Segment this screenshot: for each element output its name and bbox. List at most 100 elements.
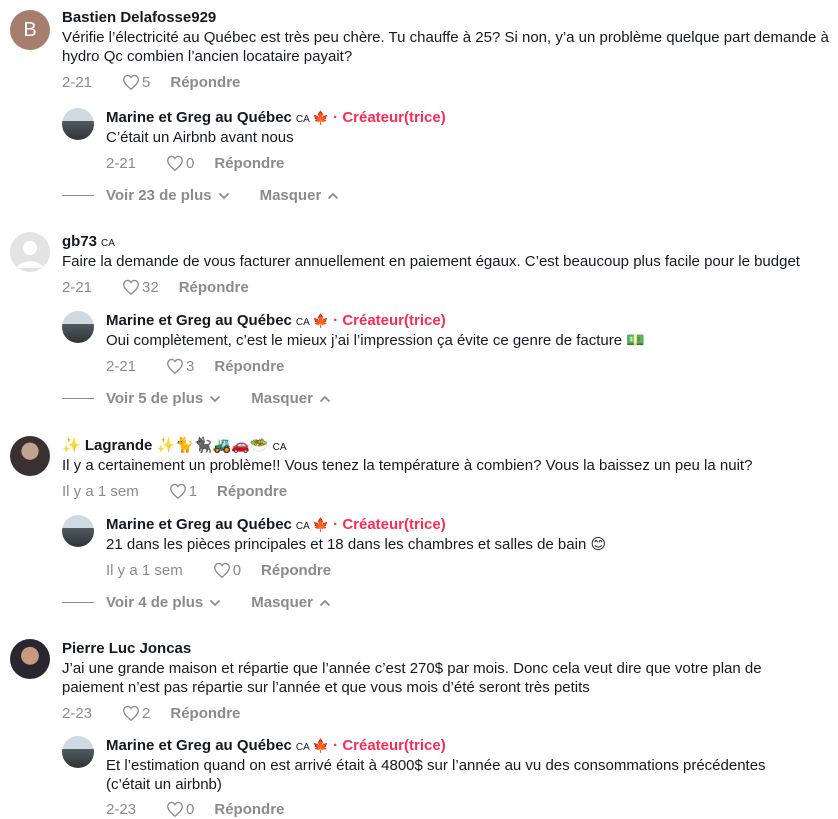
avatar-letter: B <box>23 18 37 41</box>
like-count: 1 <box>188 482 198 500</box>
reply-date: 2-21 <box>106 154 137 172</box>
replies-toggle-row: Voir 5 de plus Masquer <box>62 390 361 407</box>
comment-date: 2-23 <box>62 704 93 722</box>
comment-date: 2-21 <box>62 278 93 296</box>
reply-button[interactable]: Répondre <box>217 483 287 500</box>
comment-text: Vérifie l’électricité au Québec est très… <box>62 29 829 65</box>
comment-date: 2-21 <box>62 73 93 91</box>
chevron-down-icon <box>218 192 229 199</box>
heart-icon <box>167 801 183 817</box>
reply-button[interactable]: Répondre <box>170 74 240 91</box>
avatar[interactable] <box>62 108 94 140</box>
reply-button[interactable]: Répondre <box>179 279 249 296</box>
divider <box>62 195 94 196</box>
chevron-up-icon <box>328 192 339 199</box>
avatar[interactable] <box>10 639 50 679</box>
view-more-replies-button[interactable]: Voir 5 de plus <box>106 390 221 407</box>
like-button[interactable]: 1 <box>169 483 197 500</box>
view-more-replies-button[interactable]: Voir 23 de plus <box>106 187 230 204</box>
avatar[interactable] <box>10 232 50 272</box>
avatar[interactable] <box>62 311 94 343</box>
maple-leaf-icon: 🍁 <box>312 517 329 532</box>
heart-icon <box>123 705 139 721</box>
comment-text: J’ai une grande maison et répartie que l… <box>62 660 762 696</box>
hide-label: Masquer <box>251 390 313 407</box>
view-more-label: Voir 23 de plus <box>106 187 212 204</box>
divider <box>62 398 94 399</box>
hide-replies-button[interactable]: Masquer <box>251 594 331 611</box>
reply-author[interactable]: Marine et Greg au Québec <box>106 737 292 754</box>
creator-badge: · Créateur(trice) <box>333 109 446 126</box>
reply-button[interactable]: Répondre <box>214 358 284 375</box>
hide-label: Masquer <box>251 594 313 611</box>
like-button[interactable]: 2 <box>122 705 150 722</box>
maple-leaf-icon: 🍁 <box>312 110 329 125</box>
like-count: 0 <box>186 154 195 172</box>
like-button[interactable]: 3 <box>166 358 194 375</box>
country-code: CA <box>295 317 310 328</box>
chevron-down-icon <box>210 599 221 606</box>
country-code: CA <box>295 742 310 753</box>
like-button[interactable]: 32 <box>122 279 159 296</box>
avatar[interactable] <box>10 436 50 476</box>
like-count: 0 <box>186 800 195 818</box>
country-code: CA <box>295 521 310 532</box>
view-more-label: Voir 5 de plus <box>106 390 204 407</box>
avatar[interactable] <box>62 736 94 768</box>
hide-replies-button[interactable]: Masquer <box>260 187 340 204</box>
comment-author[interactable]: Bastien Delafosse929 <box>62 9 216 26</box>
view-more-replies-button[interactable]: Voir 4 de plus <box>106 594 221 611</box>
hide-label: Masquer <box>259 187 322 204</box>
reply-date: Il y a 1 sem <box>106 561 183 579</box>
chevron-up-icon <box>319 599 331 606</box>
reply-text: Et l’estimation quand on est arrivé étai… <box>106 757 766 793</box>
reply-text: Oui complètement, c’est le mieux j’ai l’… <box>106 332 645 349</box>
replies-toggle-row: Voir 4 de plus Masquer <box>62 594 361 611</box>
creator-badge: · Créateur(trice) <box>333 737 446 754</box>
comment-text: Il y a certainement un problème!! Vous t… <box>62 457 753 474</box>
like-count: 5 <box>142 73 151 91</box>
country-code: CA <box>101 238 115 249</box>
reply-button[interactable]: Répondre <box>170 705 240 722</box>
reply-author[interactable]: Marine et Greg au Québec <box>106 109 292 126</box>
like-count: 2 <box>142 704 151 722</box>
maple-leaf-icon: 🍁 <box>312 313 329 328</box>
country-code: CA <box>272 442 287 453</box>
heart-icon <box>167 358 183 374</box>
comment-text: Faire la demande de vous facturer annuel… <box>62 253 800 270</box>
reply-author[interactable]: Marine et Greg au Québec <box>106 312 292 329</box>
divider <box>62 602 94 603</box>
hide-replies-button[interactable]: Masquer <box>251 390 331 407</box>
heart-icon <box>167 155 183 171</box>
reply-button[interactable]: Répondre <box>261 562 331 579</box>
creator-badge: · Créateur(trice) <box>333 312 446 329</box>
heart-icon <box>123 74 139 90</box>
chevron-up-icon <box>319 395 331 402</box>
comment-author[interactable]: ✨ Lagrande ✨🐈🐈‍⬛🚜🚗🥗 <box>62 437 269 454</box>
view-more-label: Voir 4 de plus <box>106 594 204 611</box>
reply-text: 21 dans les pièces principales et 18 dan… <box>106 536 607 553</box>
like-count: 32 <box>142 278 159 296</box>
avatar[interactable]: B <box>10 10 50 50</box>
like-button[interactable]: 0 <box>166 155 194 172</box>
reply-text: C’était un Airbnb avant nous <box>106 129 294 146</box>
reply-button[interactable]: Répondre <box>214 155 284 172</box>
default-avatar-icon <box>17 241 43 268</box>
like-button[interactable]: 5 <box>122 74 150 91</box>
country-code: CA <box>295 114 310 125</box>
reply-author[interactable]: Marine et Greg au Québec <box>106 516 292 533</box>
comment-author[interactable]: Pierre Luc Joncas <box>62 640 191 657</box>
reply-button[interactable]: Répondre <box>214 801 284 818</box>
chevron-down-icon <box>210 395 221 402</box>
like-count: 0 <box>232 561 242 579</box>
creator-badge: · Créateur(trice) <box>333 516 446 533</box>
comment-date: Il y a 1 sem <box>62 482 139 500</box>
heart-icon <box>169 483 186 499</box>
reply-date: 2-21 <box>106 357 137 375</box>
like-count: 3 <box>186 357 195 375</box>
like-button[interactable]: 0 <box>166 801 194 818</box>
like-button[interactable]: 0 <box>213 562 241 579</box>
heart-icon <box>213 562 230 578</box>
avatar[interactable] <box>62 515 94 547</box>
comment-author[interactable]: gb73 <box>62 233 97 250</box>
